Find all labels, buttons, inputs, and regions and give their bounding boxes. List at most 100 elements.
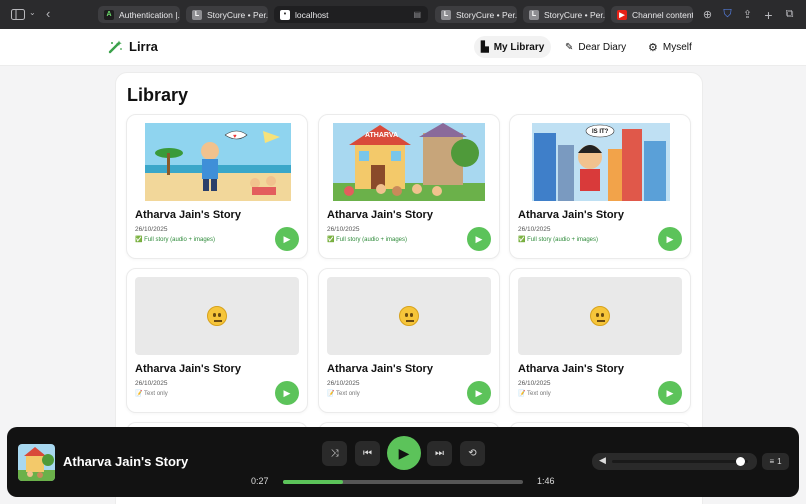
play-icon: ▶ bbox=[475, 233, 483, 244]
browser-tab[interactable]: L StoryCure • Per... bbox=[186, 6, 268, 23]
nav-label: My Library bbox=[493, 41, 545, 53]
nav-my-library[interactable]: ▙ My Library bbox=[474, 36, 552, 58]
brand-logo[interactable]: Lirra bbox=[108, 39, 158, 54]
play-icon: ▶ bbox=[283, 387, 291, 398]
shuffle-button[interactable]: ⤨ bbox=[322, 441, 347, 466]
skip-forward-icon: ⏭ bbox=[435, 448, 444, 459]
story-type: ✅ Full story (audio + images) bbox=[518, 237, 598, 243]
story-date: 26/10/2025 bbox=[518, 226, 551, 233]
story-type: 📝 Text only bbox=[135, 391, 168, 397]
story-thumbnail-placeholder bbox=[518, 277, 682, 355]
shuffle-icon: ⤨ bbox=[330, 448, 339, 459]
play-button[interactable]: ▶ bbox=[275, 227, 299, 251]
gear-icon: ⚙ bbox=[648, 41, 658, 54]
nav-myself[interactable]: ⚙ Myself bbox=[641, 36, 699, 58]
story-thumbnail-placeholder bbox=[135, 277, 299, 355]
story-title: Atharva Jain's Story bbox=[135, 209, 241, 221]
now-playing-artwork bbox=[18, 444, 55, 481]
tab-label: localhost bbox=[295, 9, 329, 20]
queue-count: 1 bbox=[777, 457, 782, 466]
svg-text:♥: ♥ bbox=[233, 134, 237, 140]
repeat-icon: ⟲ bbox=[468, 448, 477, 459]
progress-slider[interactable] bbox=[283, 480, 523, 484]
play-icon: ▶ bbox=[475, 387, 483, 398]
tab-label: StoryCure • Per... bbox=[544, 9, 605, 20]
play-icon: ▶ bbox=[283, 233, 291, 244]
repeat-button[interactable]: ⟲ bbox=[460, 441, 485, 466]
browser-tab[interactable]: L StoryCure • Per... bbox=[435, 6, 517, 23]
story-card[interactable]: IS IT? Atharva Jain's Story 26/10/2025 ✅… bbox=[509, 114, 691, 259]
play-button[interactable]: ▶ bbox=[275, 381, 299, 405]
brand-name: Lirra bbox=[129, 39, 158, 54]
volume-control[interactable]: ◀ bbox=[592, 453, 757, 470]
tab-label: Channel content... bbox=[632, 9, 693, 20]
shield-icon[interactable]: ⛉ bbox=[719, 6, 736, 23]
magic-wand-icon bbox=[108, 40, 122, 53]
story-card[interactable]: Atharva Jain's Story 26/10/2025 📝 Text o… bbox=[318, 268, 500, 413]
story-card[interactable]: ♥ Atharva Jain's Story 26/10/2025 ✅ Full… bbox=[126, 114, 308, 259]
elapsed-time: 0:27 bbox=[251, 476, 269, 486]
play-icon: ▶ bbox=[666, 233, 674, 244]
total-duration: 1:46 bbox=[537, 476, 555, 486]
play-pause-button[interactable]: ▶ bbox=[387, 436, 421, 470]
download-icon[interactable]: ⊕ bbox=[699, 6, 716, 23]
story-title: Atharva Jain's Story bbox=[518, 363, 624, 375]
story-type: ✅ Full story (audio + images) bbox=[327, 237, 407, 243]
play-icon: ▶ bbox=[666, 387, 674, 398]
tab-favicon: A bbox=[104, 9, 114, 20]
story-title: Atharva Jain's Story bbox=[135, 363, 241, 375]
back-arrow-icon[interactable]: ‹ bbox=[46, 6, 50, 21]
neutral-face-icon bbox=[207, 306, 227, 326]
browser-tab[interactable]: ▶ Channel content... bbox=[611, 6, 693, 23]
speaker-icon: ◀ bbox=[599, 455, 606, 465]
play-button[interactable]: ▶ bbox=[658, 227, 682, 251]
play-button[interactable]: ▶ bbox=[467, 381, 491, 405]
story-thumbnail-placeholder bbox=[327, 277, 491, 355]
volume-knob[interactable] bbox=[736, 457, 746, 466]
svg-text:IS IT?: IS IT? bbox=[592, 129, 609, 135]
new-tab-icon[interactable]: + bbox=[760, 6, 777, 23]
browser-toolbar: ⌄ ‹ A Authentication |... L StoryCure • … bbox=[0, 0, 806, 29]
queue-list-icon: ≡ bbox=[769, 457, 775, 466]
queue-button[interactable]: ≡ 1 bbox=[762, 453, 789, 470]
story-thumbnail: IS IT? bbox=[518, 123, 682, 201]
story-card[interactable]: ATHARVA Atharva Jain's Story 26/10/2025 … bbox=[318, 114, 500, 259]
chevron-down-icon[interactable]: ⌄ bbox=[29, 8, 36, 17]
volume-slider[interactable] bbox=[612, 457, 748, 466]
skip-back-icon: ⏮ bbox=[363, 448, 372, 459]
play-button[interactable]: ▶ bbox=[658, 381, 682, 405]
page-title: Library bbox=[127, 85, 189, 105]
tab-favicon: L bbox=[192, 9, 202, 20]
share-icon[interactable]: ⇪ bbox=[739, 6, 756, 23]
story-type: 📝 Text only bbox=[518, 391, 551, 397]
tab-overview-icon[interactable]: ⧉ bbox=[781, 6, 798, 23]
tab-label: StoryCure • Per... bbox=[207, 9, 268, 20]
tab-label: StoryCure • Per... bbox=[456, 9, 517, 20]
next-button[interactable]: ⏭ bbox=[427, 441, 452, 466]
progress-fill bbox=[283, 480, 343, 484]
story-title: Atharva Jain's Story bbox=[518, 209, 624, 221]
previous-button[interactable]: ⏮ bbox=[355, 441, 380, 466]
nav-dear-diary[interactable]: ✎ Dear Diary bbox=[558, 36, 633, 58]
tab-favicon: • bbox=[280, 9, 290, 20]
browser-tab[interactable]: A Authentication |... bbox=[98, 6, 180, 23]
reader-icon[interactable]: ▤ bbox=[413, 10, 421, 19]
nav-label: Dear Diary bbox=[578, 41, 627, 53]
play-button[interactable]: ▶ bbox=[467, 227, 491, 251]
play-icon: ▶ bbox=[398, 444, 410, 461]
browser-tab-active[interactable]: • localhost ▤ bbox=[274, 6, 428, 23]
tab-favicon: ▶ bbox=[617, 9, 627, 20]
browser-tab[interactable]: L StoryCure • Per... bbox=[523, 6, 605, 23]
story-thumbnail: ♥ bbox=[135, 123, 299, 201]
tab-favicon: L bbox=[441, 9, 451, 20]
library-icon: ▙ bbox=[481, 41, 489, 53]
story-type: 📝 Text only bbox=[327, 391, 360, 397]
now-playing-title: Atharva Jain's Story bbox=[63, 454, 189, 469]
story-thumbnail: ATHARVA bbox=[327, 123, 491, 201]
svg-text:ATHARVA: ATHARVA bbox=[365, 132, 398, 139]
story-date: 26/10/2025 bbox=[327, 226, 360, 233]
pen-icon: ✎ bbox=[565, 41, 574, 53]
story-card[interactable]: Atharva Jain's Story 26/10/2025 📝 Text o… bbox=[126, 268, 308, 413]
story-card[interactable]: Atharva Jain's Story 26/10/2025 📝 Text o… bbox=[509, 268, 691, 413]
sidebar-toggle-icon[interactable] bbox=[10, 7, 26, 21]
